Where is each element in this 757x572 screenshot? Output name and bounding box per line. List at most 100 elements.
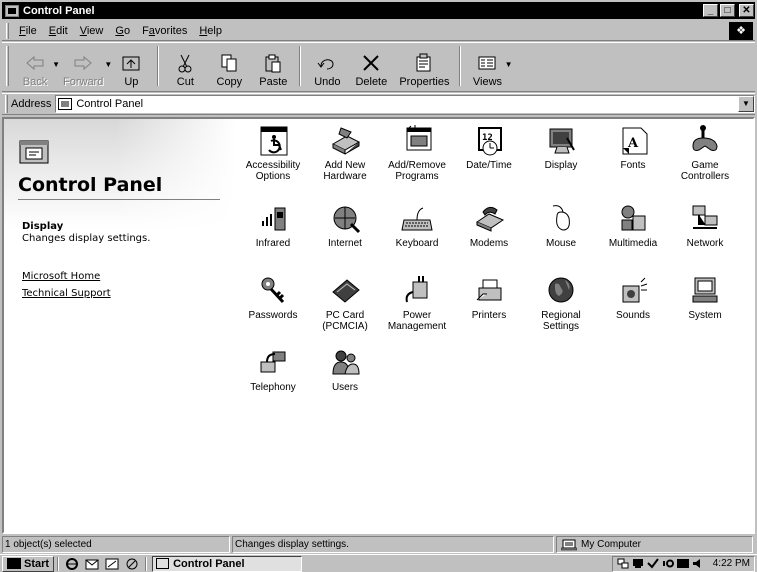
undo-icon: [316, 52, 338, 74]
power-tray-icon[interactable]: [662, 558, 674, 569]
up-folder-icon: [120, 52, 142, 74]
control-panel-item-passwords[interactable]: Passwords: [238, 273, 308, 321]
channels-quicklaunch-icon[interactable]: [124, 557, 140, 571]
views-icon: [476, 52, 498, 74]
views-label: Views: [472, 76, 503, 88]
forward-button[interactable]: Forward ▼: [57, 46, 112, 88]
control-panel-item-fonts[interactable]: A Fonts: [598, 123, 668, 171]
infrared-icon: [256, 201, 290, 235]
technical-support-link[interactable]: Technical Support: [22, 288, 111, 299]
control-panel-item-regional-settings[interactable]: Regional Settings: [526, 273, 596, 332]
control-panel-item-network[interactable]: Network: [670, 201, 740, 249]
properties-button[interactable]: Properties: [393, 46, 455, 88]
control-panel-item-label: System: [688, 310, 722, 321]
address-dropdown-button[interactable]: ▼: [738, 96, 754, 112]
toolbar-separator: [299, 46, 302, 86]
regional-settings-icon: [544, 273, 578, 307]
views-button[interactable]: Views ▼: [465, 46, 512, 88]
control-panel-item-label: Date/Time: [466, 160, 512, 171]
address-label: Address: [11, 98, 52, 110]
start-label: Start: [24, 557, 50, 570]
taskbar-control-panel-button[interactable]: Control Panel: [152, 555, 303, 572]
back-button[interactable]: Back ▼: [13, 46, 60, 88]
minimize-button[interactable]: _: [703, 4, 718, 17]
control-panel-item-mouse[interactable]: Mouse: [526, 201, 596, 249]
control-panel-item-users[interactable]: Users: [310, 345, 380, 393]
control-panel-item-accessibility[interactable]: Accessibility Options: [238, 123, 308, 182]
control-panel-item-pc-card[interactable]: PC Card (PCMCIA): [310, 273, 380, 332]
toolbar-separator: [459, 46, 462, 86]
start-button[interactable]: Start: [2, 555, 55, 572]
media-tray-icon[interactable]: [676, 558, 689, 569]
system-tray: 4:22 PM: [611, 555, 755, 572]
clock[interactable]: 4:22 PM: [713, 558, 750, 569]
maximize-button[interactable]: □: [720, 4, 735, 17]
menu-grip[interactable]: [6, 22, 9, 39]
control-panel-item-label: Power Management: [387, 310, 447, 332]
control-panel-item-display[interactable]: Display: [526, 123, 596, 171]
control-panel-window-icon[interactable]: [5, 4, 19, 17]
toolbar-grip[interactable]: [6, 46, 9, 86]
add-hardware-icon: [328, 123, 362, 157]
taskbar-task-label: Control Panel: [173, 557, 245, 570]
menu-edit[interactable]: Edit: [43, 25, 74, 37]
views-dropdown-icon[interactable]: ▼: [505, 60, 513, 69]
address-field[interactable]: Control Panel ▼: [55, 95, 755, 113]
address-grip[interactable]: [5, 95, 8, 113]
control-panel-item-label: Add New Hardware: [323, 160, 367, 182]
cut-button[interactable]: Cut: [163, 46, 207, 88]
control-panel-item-power-management[interactable]: Power Management: [382, 273, 452, 332]
menu-favorites-pre: F: [142, 24, 149, 37]
menu-favorites[interactable]: Favorites: [136, 25, 193, 37]
scheduler-tray-icon[interactable]: [647, 558, 659, 569]
display-tray-icon[interactable]: [632, 558, 644, 569]
volume-tray-icon[interactable]: [692, 558, 704, 569]
network-tray-icon[interactable]: [617, 558, 629, 569]
undo-button[interactable]: Undo: [305, 46, 349, 88]
delete-button[interactable]: Delete: [349, 46, 393, 88]
menu-go[interactable]: Go: [109, 25, 136, 37]
control-panel-item-modems[interactable]: Modems: [454, 201, 524, 249]
title-bar[interactable]: Control Panel _ □ ✕: [2, 2, 755, 19]
menu-view[interactable]: View: [74, 25, 110, 37]
game-controllers-icon: [688, 123, 722, 157]
close-button[interactable]: ✕: [739, 4, 754, 17]
control-panel-item-multimedia[interactable]: Multimedia: [598, 201, 668, 249]
menu-favorites-label: vorites: [154, 24, 188, 37]
control-panel-item-label: Keyboard: [395, 238, 439, 249]
menu-file-mnemonic: F: [19, 24, 26, 37]
paste-button[interactable]: Paste: [251, 46, 295, 88]
control-panel-item-sounds[interactable]: Sounds: [598, 273, 668, 321]
control-panel-item-telephony[interactable]: Telephony: [238, 345, 308, 393]
menu-help[interactable]: Help: [193, 25, 228, 37]
microsoft-home-link[interactable]: Microsoft Home: [22, 271, 100, 282]
control-panel-item-add-remove-programs[interactable]: Add/Remove Programs: [382, 123, 452, 182]
internet-explorer-quicklaunch-icon[interactable]: [64, 557, 80, 571]
control-panel-item-system[interactable]: System: [670, 273, 740, 321]
control-panel-item-internet[interactable]: Internet: [310, 201, 380, 249]
menu-file[interactable]: File: [13, 25, 43, 37]
control-panel-large-icon: [18, 137, 50, 165]
menu-go-mnemonic: G: [115, 24, 124, 37]
forward-arrow-icon: [72, 52, 94, 74]
show-desktop-quicklaunch-icon[interactable]: [104, 557, 120, 571]
control-panel-item-label: Network: [686, 238, 724, 249]
control-panel-item-add-hardware[interactable]: Add New Hardware: [310, 123, 380, 182]
menu-go-label: o: [123, 24, 131, 37]
control-panel-item-label: Telephony: [250, 382, 296, 393]
control-panel-item-printers[interactable]: Printers: [454, 273, 524, 321]
menu-edit-mnemonic: E: [48, 24, 57, 37]
control-panel-item-game-controllers[interactable]: Game Controllers: [670, 123, 740, 182]
selected-item-name: Display: [22, 221, 64, 232]
status-zone-label: My Computer: [581, 539, 642, 550]
control-panel-item-infrared[interactable]: Infrared: [238, 201, 308, 249]
control-panel-item-keyboard[interactable]: Keyboard: [382, 201, 452, 249]
passwords-icon: [256, 273, 290, 307]
outlook-express-quicklaunch-icon[interactable]: [84, 557, 100, 571]
control-panel-item-label: Printers: [471, 310, 507, 321]
control-panel-item-date-time[interactable]: 12 Date/Time: [454, 123, 524, 171]
up-button[interactable]: Up: [109, 46, 153, 88]
copy-button[interactable]: Copy: [207, 46, 251, 88]
accessibility-icon: [256, 123, 290, 157]
paste-label: Paste: [259, 76, 288, 88]
